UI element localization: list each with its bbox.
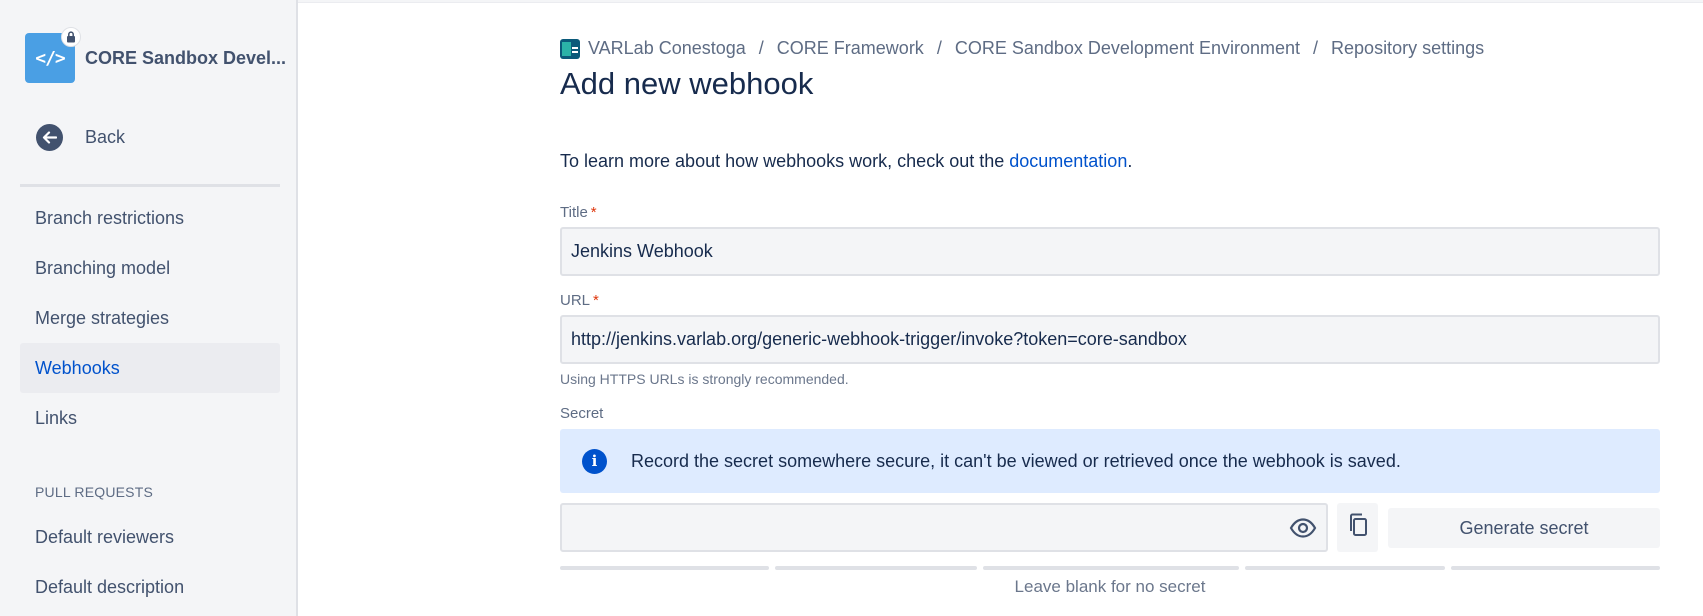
breadcrumb-separator: /	[758, 38, 764, 58]
breadcrumb-repository[interactable]: CORE Sandbox Development Environment	[955, 38, 1300, 59]
back-button[interactable]: Back	[36, 124, 125, 151]
title-label: Title *	[560, 204, 597, 221]
breadcrumb-settings[interactable]: Repository settings	[1331, 38, 1484, 59]
sidebar-item-default-description[interactable]: Default description	[20, 562, 280, 612]
generate-secret-button[interactable]: Generate secret	[1388, 508, 1660, 548]
breadcrumb-separator: /	[936, 38, 942, 58]
sidebar-item-branch-restrictions[interactable]: Branch restrictions	[20, 193, 280, 243]
main-content: VARLab Conestoga / CORE Framework / CORE…	[560, 0, 1660, 616]
url-label: URL *	[560, 292, 599, 309]
repo-name: CORE Sandbox Devel...	[85, 47, 287, 68]
repo-avatar: </>	[25, 27, 81, 83]
secret-info-text: Record the secret somewhere secure, it c…	[631, 450, 1401, 471]
copy-button[interactable]	[1337, 503, 1378, 552]
breadcrumb-separator: /	[1313, 38, 1319, 58]
intro-copy: To learn more about how webhooks work, c…	[560, 151, 1010, 171]
code-icon: </>	[35, 47, 65, 69]
intro-text: To learn more about how webhooks work, c…	[560, 151, 1132, 172]
strength-segment	[775, 566, 977, 570]
sidebar-item-branching-model[interactable]: Branching model	[20, 243, 280, 293]
strength-segment	[1451, 566, 1660, 570]
documentation-link[interactable]: documentation	[1009, 151, 1127, 171]
intro-end: .	[1127, 151, 1133, 171]
repo-header[interactable]: </> CORE Sandbox Devel...	[25, 27, 287, 83]
arrow-left-icon	[36, 124, 63, 151]
sidebar-divider	[20, 184, 280, 187]
secret-hint-text: Leave blank for no secret	[1014, 577, 1206, 596]
strength-segment	[1245, 566, 1445, 570]
copy-icon	[1348, 513, 1368, 542]
eye-icon[interactable]	[1288, 515, 1318, 541]
strength-segment	[983, 566, 1239, 570]
info-icon: i	[582, 448, 607, 474]
workspace-icon	[560, 38, 580, 59]
settings-sidebar: </> CORE Sandbox Devel... Back Branch re…	[0, 0, 298, 616]
page-title: Add new webhook	[560, 66, 814, 101]
secret-strength-meter	[560, 566, 1660, 570]
breadcrumb-workspace[interactable]: VARLab Conestoga	[588, 38, 746, 59]
url-label-text: URL	[560, 292, 591, 309]
strength-segment	[560, 566, 769, 570]
title-input[interactable]	[560, 227, 1660, 276]
required-mark: *	[593, 292, 599, 309]
back-label: Back	[85, 127, 126, 147]
breadcrumb-project[interactable]: CORE Framework	[777, 38, 924, 59]
sidebar-item-default-reviewers[interactable]: Default reviewers	[20, 512, 280, 562]
secret-info-banner: i Record the secret somewhere secure, it…	[560, 429, 1660, 493]
section-heading-pull-requests: PULL REQUESTS	[35, 484, 154, 500]
required-mark: *	[590, 204, 597, 221]
sidebar-item-webhooks[interactable]: Webhooks	[20, 343, 280, 393]
secret-field[interactable]	[560, 503, 1328, 552]
lock-icon	[61, 27, 81, 47]
breadcrumb: VARLab Conestoga / CORE Framework / CORE…	[560, 38, 1484, 59]
secret-label: Secret	[560, 405, 604, 422]
title-label-text: Title	[560, 204, 588, 221]
url-helper-text: Using HTTPS URLs is strongly recommended…	[560, 371, 849, 387]
url-input[interactable]	[560, 315, 1660, 364]
sidebar-item-links[interactable]: Links	[20, 393, 280, 443]
sidebar-item-merge-strategies[interactable]: Merge strategies	[20, 293, 280, 343]
